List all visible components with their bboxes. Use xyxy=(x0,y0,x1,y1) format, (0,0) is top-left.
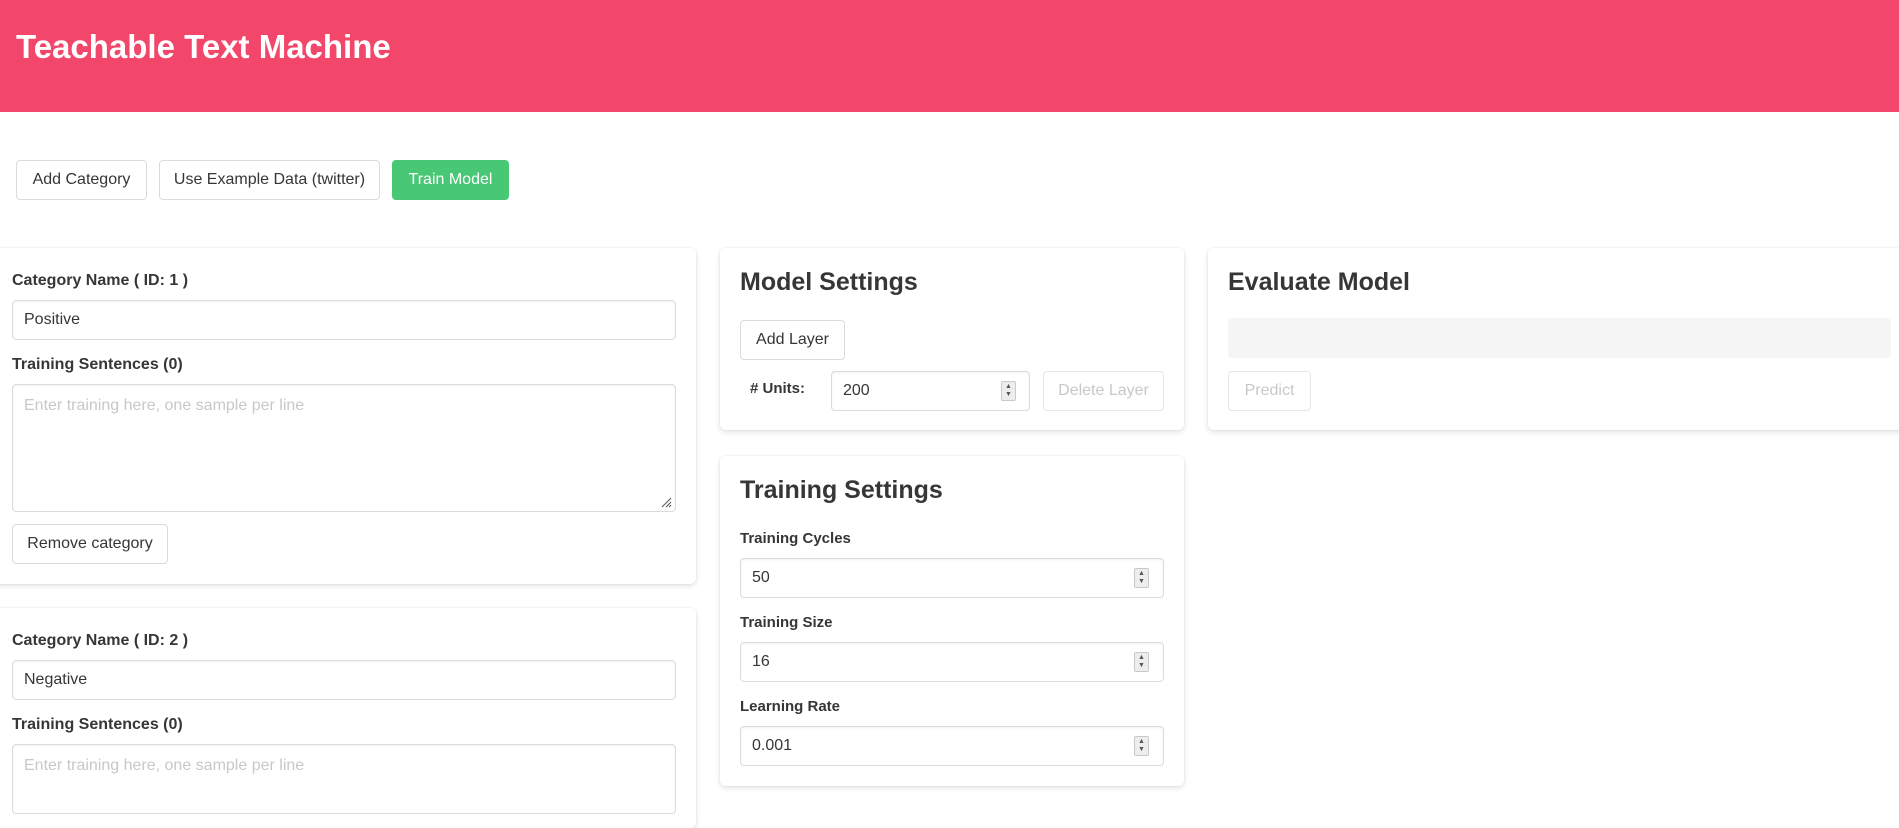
units-label: # Units: xyxy=(750,380,806,397)
units-spinner-icon[interactable]: ▲ ▼ xyxy=(1001,381,1016,401)
remove-category-button[interactable]: Remove category xyxy=(12,524,168,564)
category-name-label: Category Name ( ID: 2 ) xyxy=(12,632,189,649)
evaluate-input[interactable] xyxy=(1228,318,1891,358)
training-size-spinner-icon[interactable]: ▲ ▼ xyxy=(1134,652,1149,672)
training-cycles-spinner-icon[interactable]: ▲ ▼ xyxy=(1134,568,1149,588)
app-title: Teachable Text Machine xyxy=(16,28,391,65)
training-sentences-label: Training Sentences (0) xyxy=(12,716,183,733)
add-layer-button[interactable]: Add Layer xyxy=(740,320,845,360)
use-example-data-button[interactable]: Use Example Data (twitter) xyxy=(159,160,380,200)
training-cycles-label: Training Cycles xyxy=(740,530,851,547)
model-settings-title: Model Settings xyxy=(740,268,918,296)
training-sentences-textarea[interactable] xyxy=(12,744,676,814)
evaluate-model-title: Evaluate Model xyxy=(1228,268,1410,296)
training-cycles-input[interactable] xyxy=(740,558,1164,598)
train-model-button[interactable]: Train Model xyxy=(392,160,509,200)
category-name-input[interactable] xyxy=(12,300,676,340)
category-name-label: Category Name ( ID: 1 ) xyxy=(12,272,189,289)
training-size-label: Training Size xyxy=(740,614,833,631)
learning-rate-label: Learning Rate xyxy=(740,698,841,715)
app-header: Teachable Text Machine xyxy=(0,0,1899,112)
add-category-button[interactable]: Add Category xyxy=(16,160,147,200)
training-size-input[interactable] xyxy=(740,642,1164,682)
delete-layer-button[interactable]: Delete Layer xyxy=(1043,371,1164,411)
predict-button[interactable]: Predict xyxy=(1228,371,1311,411)
category-name-input[interactable] xyxy=(12,660,676,700)
learning-rate-spinner-icon[interactable]: ▲ ▼ xyxy=(1134,736,1149,756)
training-sentences-textarea[interactable] xyxy=(12,384,676,512)
resize-grip-icon[interactable] xyxy=(660,496,672,508)
learning-rate-input[interactable] xyxy=(740,726,1164,766)
training-sentences-label: Training Sentences (0) xyxy=(12,356,183,373)
training-settings-title: Training Settings xyxy=(740,476,943,504)
